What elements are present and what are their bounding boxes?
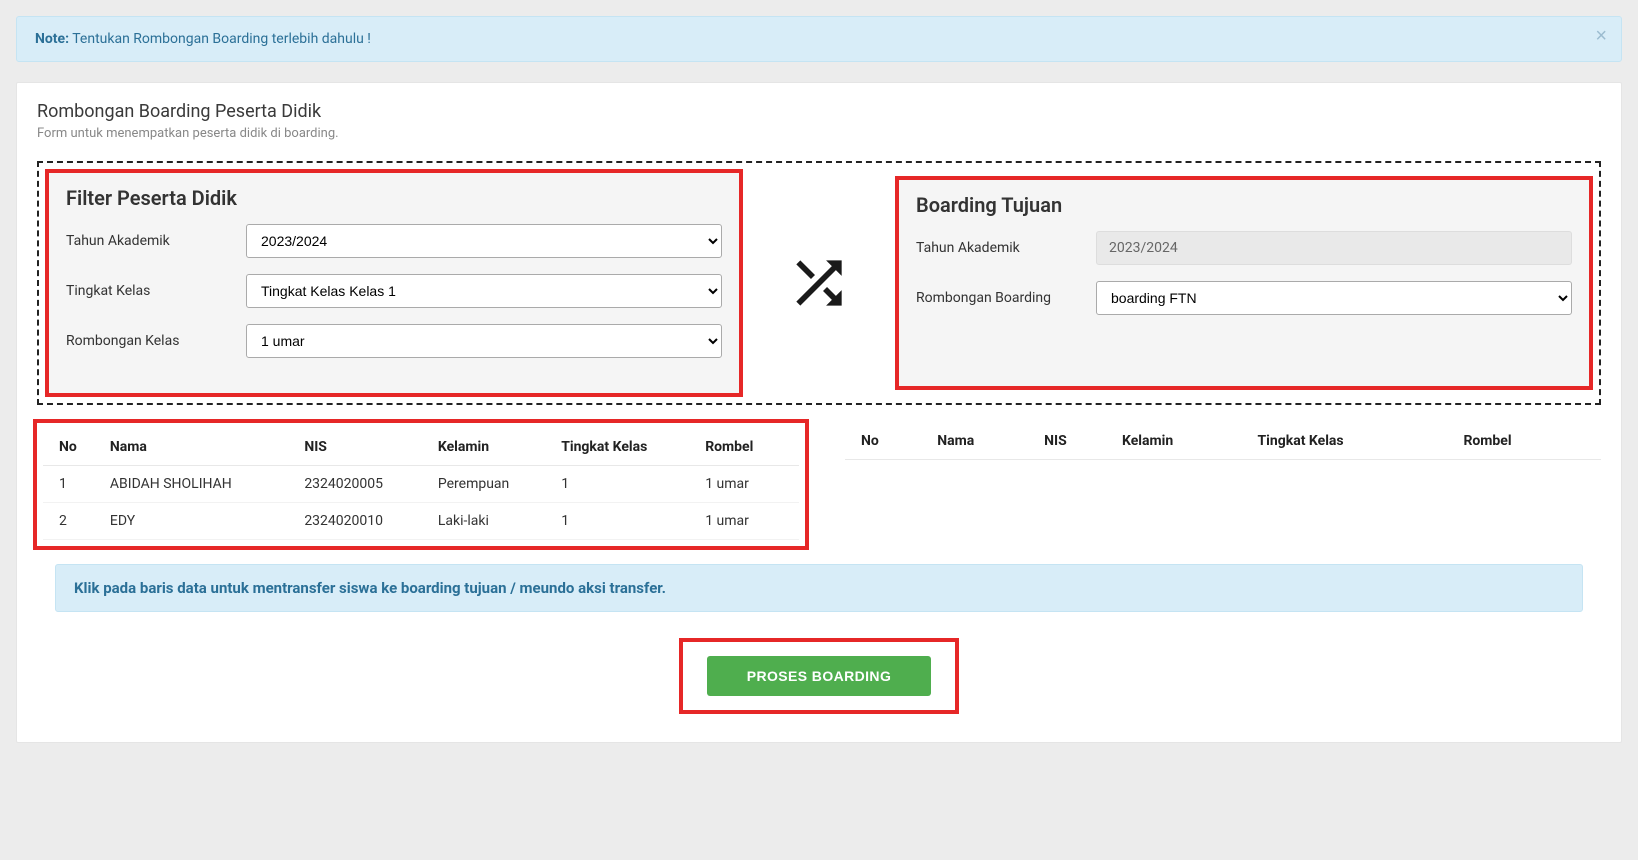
action-highlight: PROSES BOARDING bbox=[679, 638, 959, 714]
tingkat-kelas-select[interactable]: Tingkat Kelas Kelas 1 bbox=[246, 274, 722, 308]
target-table: No Nama NIS Kelamin Tingkat Kelas Rombel bbox=[845, 423, 1601, 460]
action-wrap: PROSES BOARDING bbox=[37, 638, 1601, 724]
th-no: No bbox=[845, 423, 929, 460]
transfer-icon bbox=[759, 249, 879, 317]
shuffle-icon bbox=[785, 249, 853, 317]
th-tingkat: Tingkat Kelas bbox=[1250, 423, 1456, 460]
cell-nis: 2324020005 bbox=[296, 466, 430, 503]
tingkat-kelas-label: Tingkat Kelas bbox=[66, 283, 246, 299]
instruction-banner: Klik pada baris data untuk mentransfer s… bbox=[55, 564, 1583, 612]
th-kelamin: Kelamin bbox=[430, 429, 553, 466]
table-row[interactable]: 2EDY2324020010Laki-laki11 umar bbox=[43, 503, 799, 540]
panel-main: Rombongan Boarding Peserta Didik Form un… bbox=[16, 82, 1622, 743]
cell-kelamin: Perempuan bbox=[430, 466, 553, 503]
th-rombel: Rombel bbox=[1455, 423, 1601, 460]
tables-row: No Nama NIS Kelamin Tingkat Kelas Rombel… bbox=[37, 423, 1601, 546]
th-nis: NIS bbox=[1036, 423, 1114, 460]
proses-boarding-button[interactable]: PROSES BOARDING bbox=[707, 656, 931, 696]
tahun-akademik-label: Tahun Akademik bbox=[66, 233, 246, 249]
filter-box-target: Boarding Tujuan Tahun Akademik 2023/2024… bbox=[897, 178, 1591, 388]
cell-no: 1 bbox=[43, 466, 102, 503]
tujuan-tahun-label: Tahun Akademik bbox=[916, 240, 1096, 256]
cell-tingkat: 1 bbox=[553, 503, 697, 540]
page-title: Rombongan Boarding Peserta Didik bbox=[37, 101, 1601, 122]
cell-nama: EDY bbox=[102, 503, 296, 540]
tujuan-rombel-label: Rombongan Boarding bbox=[916, 290, 1096, 306]
th-no: No bbox=[43, 429, 102, 466]
source-table: No Nama NIS Kelamin Tingkat Kelas Rombel… bbox=[43, 429, 799, 540]
close-icon[interactable]: × bbox=[1595, 25, 1607, 48]
page-subtitle: Form untuk menempatkan peserta didik di … bbox=[37, 126, 1601, 141]
rombongan-kelas-select[interactable]: 1 umar bbox=[246, 324, 722, 358]
th-nama: Nama bbox=[929, 423, 1036, 460]
tujuan-tahun-readonly: 2023/2024 bbox=[1096, 231, 1572, 265]
tahun-akademik-select[interactable]: 2023/2024 bbox=[246, 224, 722, 258]
th-nis: NIS bbox=[296, 429, 430, 466]
table-row[interactable]: 1ABIDAH SHOLIHAH2324020005Perempuan11 um… bbox=[43, 466, 799, 503]
cell-kelamin: Laki-laki bbox=[430, 503, 553, 540]
cell-nama: ABIDAH SHOLIHAH bbox=[102, 466, 296, 503]
th-tingkat: Tingkat Kelas bbox=[553, 429, 697, 466]
tujuan-title: Boarding Tujuan bbox=[916, 193, 1572, 217]
th-rombel: Rombel bbox=[697, 429, 799, 466]
cell-rombel: 1 umar bbox=[697, 466, 799, 503]
alert-note-label: Note: bbox=[35, 31, 69, 47]
cell-nis: 2324020010 bbox=[296, 503, 430, 540]
alert-note-text: Tentukan Rombongan Boarding terlebih dah… bbox=[69, 31, 371, 47]
cell-rombel: 1 umar bbox=[697, 503, 799, 540]
alert-note: Note: Tentukan Rombongan Boarding terleb… bbox=[16, 16, 1622, 62]
source-table-wrap: No Nama NIS Kelamin Tingkat Kelas Rombel… bbox=[37, 423, 805, 546]
th-kelamin: Kelamin bbox=[1114, 423, 1249, 460]
filter-outer: Filter Peserta Didik Tahun Akademik 2023… bbox=[37, 161, 1601, 405]
th-nama: Nama bbox=[102, 429, 296, 466]
cell-no: 2 bbox=[43, 503, 102, 540]
filter-box-source: Filter Peserta Didik Tahun Akademik 2023… bbox=[47, 171, 741, 395]
rombongan-kelas-label: Rombongan Kelas bbox=[66, 333, 246, 349]
filter-title: Filter Peserta Didik bbox=[66, 186, 722, 210]
target-table-wrap: No Nama NIS Kelamin Tingkat Kelas Rombel bbox=[845, 423, 1601, 546]
cell-tingkat: 1 bbox=[553, 466, 697, 503]
tujuan-rombel-select[interactable]: boarding FTN bbox=[1096, 281, 1572, 315]
